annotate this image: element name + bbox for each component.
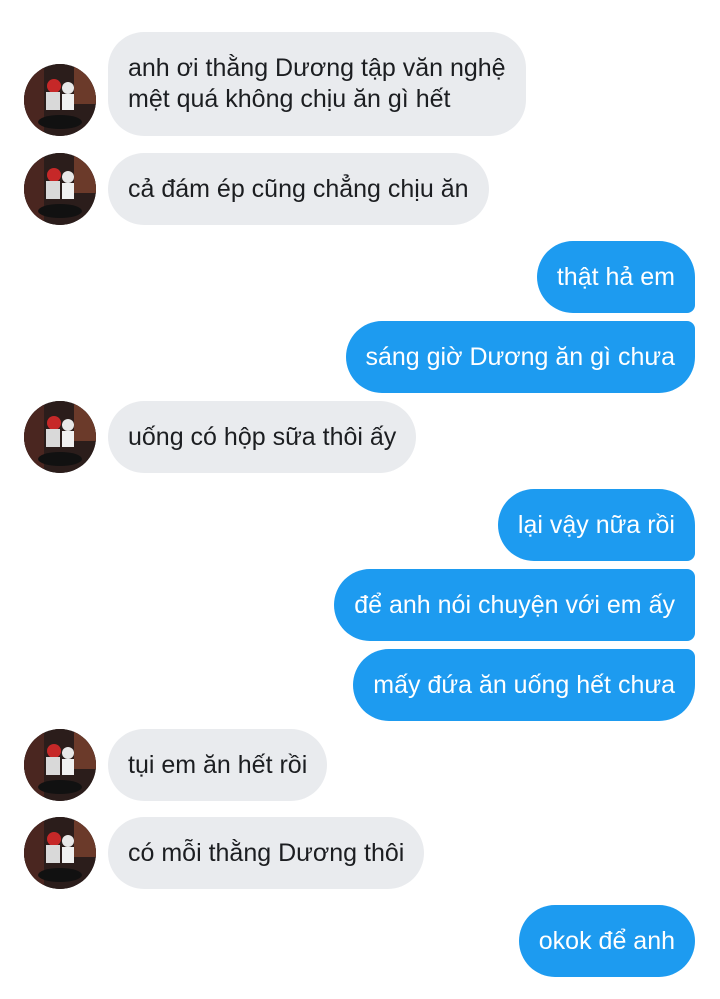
- message-row: sáng giờ Dương ăn gì chưa: [0, 321, 720, 393]
- message-text-line: anh ơi thằng Dương tập văn nghệ: [128, 54, 506, 82]
- outgoing-message-bubble[interactable]: sáng giờ Dương ăn gì chưa: [345, 321, 695, 393]
- contact-avatar[interactable]: [24, 729, 96, 801]
- message-row: có mỗi thằng Dương thôi: [0, 817, 720, 889]
- message-text-line: lại vậy nữa rồi: [517, 510, 675, 539]
- message-text-line: okok để anh: [538, 926, 675, 955]
- avatar-photo-icon: [24, 64, 96, 136]
- incoming-message-bubble[interactable]: có mỗi thằng Dương thôi: [108, 817, 425, 889]
- avatar-photo-icon: [24, 153, 96, 225]
- message-row: tụi em ăn hết rồi: [0, 729, 720, 801]
- avatar-photo-icon: [24, 729, 96, 801]
- outgoing-message-bubble[interactable]: để anh nói chuyện với em ấy: [334, 569, 695, 641]
- message-text-line: có mỗi thằng Dương thôi: [128, 838, 405, 867]
- incoming-message-bubble[interactable]: anh ơi thằng Dương tập văn nghệ mệt quá …: [108, 32, 526, 136]
- outgoing-message-bubble[interactable]: mấy đứa ăn uống hết chưa: [353, 649, 695, 721]
- message-row: thật hả em: [0, 241, 720, 313]
- message-text-line: tụi em ăn hết rồi: [128, 750, 308, 779]
- message-text-line: cả đám ép cũng chẳng chịu ăn: [128, 174, 469, 203]
- incoming-message-bubble[interactable]: uống có hộp sữa thôi ấy: [108, 401, 417, 473]
- contact-avatar[interactable]: [24, 153, 96, 225]
- contact-avatar[interactable]: [24, 817, 96, 889]
- message-row: lại vậy nữa rồi: [0, 489, 720, 561]
- message-row: okok để anh: [0, 905, 720, 977]
- outgoing-message-bubble[interactable]: thật hả em: [536, 241, 695, 313]
- avatar-photo-icon: [24, 401, 96, 473]
- outgoing-message-bubble[interactable]: lại vậy nữa rồi: [497, 489, 695, 561]
- avatar-photo-icon: [24, 817, 96, 889]
- outgoing-message-bubble[interactable]: okok để anh: [518, 905, 695, 977]
- contact-avatar[interactable]: [24, 401, 96, 473]
- message-row: uống có hộp sữa thôi ấy: [0, 401, 720, 473]
- incoming-message-bubble[interactable]: tụi em ăn hết rồi: [108, 729, 328, 801]
- contact-avatar[interactable]: [24, 64, 96, 136]
- message-text-line: để anh nói chuyện với em ấy: [354, 590, 675, 619]
- message-text-line: mệt quá không chịu ăn gì hết: [128, 85, 451, 113]
- message-row: anh ơi thằng Dương tập văn nghệ mệt quá …: [0, 32, 720, 136]
- message-text-line: thật hả em: [556, 262, 675, 291]
- message-row: để anh nói chuyện với em ấy: [0, 569, 720, 641]
- incoming-message-bubble[interactable]: cả đám ép cũng chẳng chịu ăn: [108, 153, 489, 225]
- message-row: cả đám ép cũng chẳng chịu ăn: [0, 153, 720, 225]
- message-text-line: mấy đứa ăn uống hết chưa: [373, 670, 675, 699]
- message-text-line: uống có hộp sữa thôi ấy: [128, 422, 397, 451]
- message-row: mấy đứa ăn uống hết chưa: [0, 649, 720, 721]
- message-text-line: sáng giờ Dương ăn gì chưa: [365, 342, 676, 371]
